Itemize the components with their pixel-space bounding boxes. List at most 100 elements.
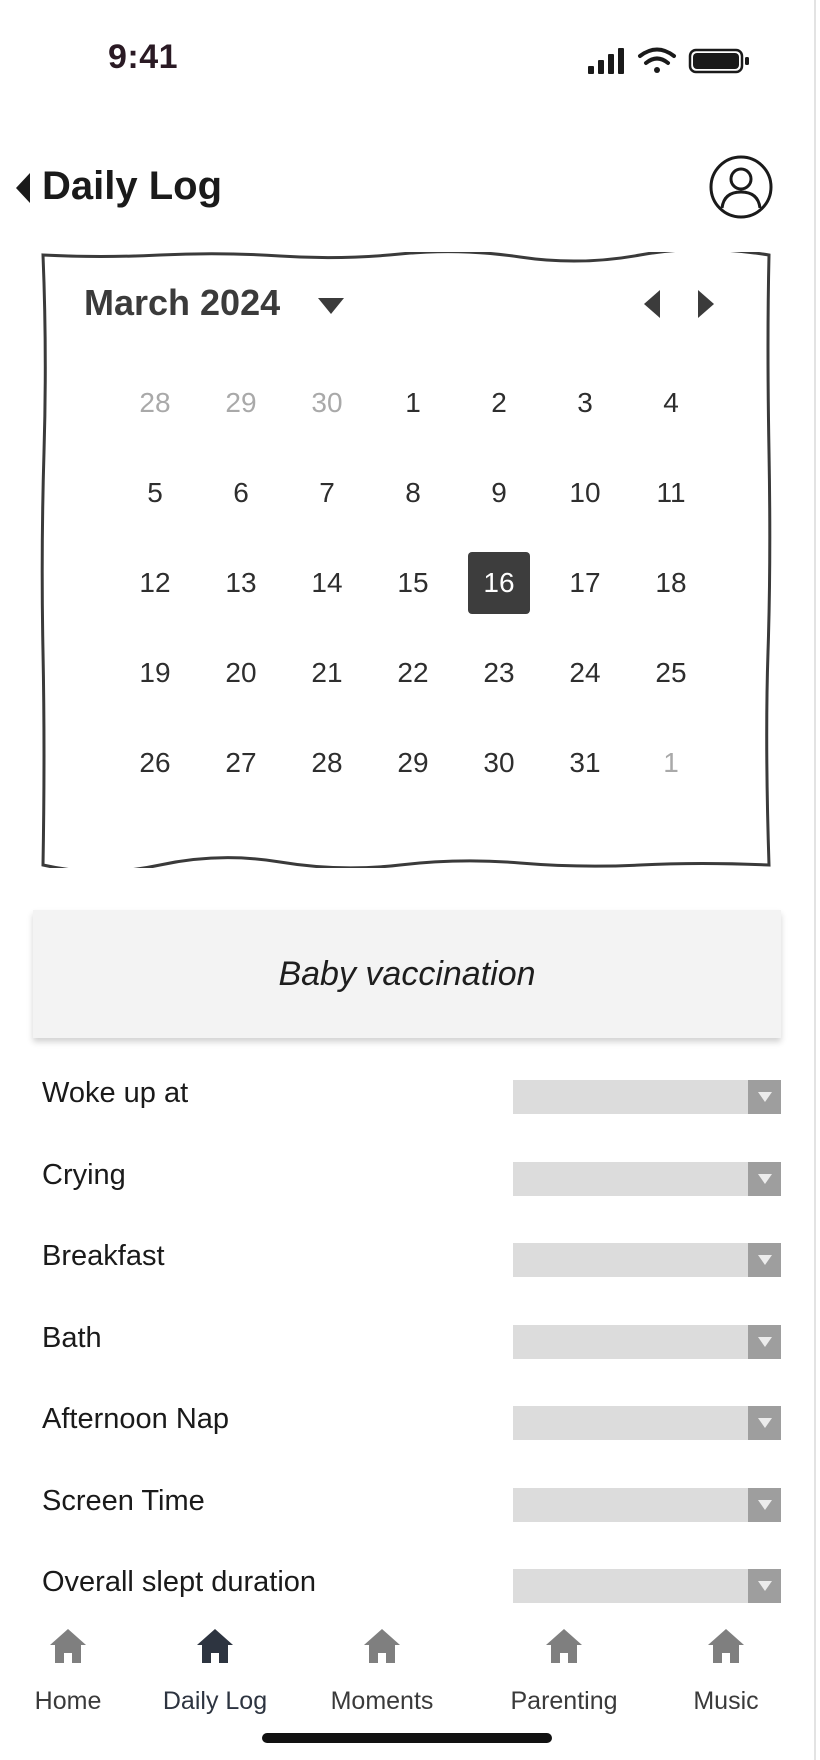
- calendar-day-number: 22: [397, 657, 429, 688]
- chevron-down-icon[interactable]: [748, 1487, 781, 1522]
- log-row-label: Afternoon Nap: [42, 1403, 230, 1435]
- daily-log-list: Woke up at Crying Breakfast Bath Afternoon N…: [0, 1055, 820, 1626]
- home-icon: [364, 1629, 400, 1663]
- calendar-day-number: 28: [311, 747, 343, 778]
- calendar-day[interactable]: 1: [628, 718, 714, 808]
- calendar-day-number: 11: [656, 477, 686, 508]
- calendar-day[interactable]: 7: [284, 448, 370, 538]
- log-dropdown-select[interactable]: [513, 1406, 781, 1440]
- home-icon: [50, 1629, 86, 1663]
- calendar-day[interactable]: 27: [198, 718, 284, 808]
- calendar-day-number: 18: [655, 567, 687, 598]
- calendar-day[interactable]: 19: [112, 628, 198, 718]
- calendar-day-number: 17: [569, 567, 601, 598]
- log-dropdown-select[interactable]: [513, 1324, 781, 1359]
- chevron-down-icon[interactable]: [748, 1569, 781, 1603]
- calendar-day[interactable]: 25: [628, 628, 714, 718]
- calendar-day-number: 9: [491, 477, 507, 508]
- calendar-day[interactable]: 11: [628, 448, 714, 538]
- calendar-day-number: 30: [311, 387, 343, 418]
- calendar-day[interactable]: 3: [542, 358, 628, 448]
- calendar-day-number: 8: [405, 477, 421, 508]
- calendar-day-number: 27: [225, 747, 257, 778]
- calendar-day[interactable]: 1: [370, 358, 456, 448]
- home-indicator: [262, 1733, 552, 1743]
- bottom-navigation: Home Daily Log Moments Parenting Music: [0, 1620, 815, 1730]
- calendar-day[interactable]: 17: [542, 538, 628, 628]
- previous-month-icon[interactable]: [640, 288, 664, 320]
- log-row: Afternoon Nap: [0, 1381, 820, 1463]
- nav-item-moments[interactable]: Moments: [307, 1620, 457, 1716]
- calendar-day[interactable]: 6: [198, 448, 284, 538]
- calendar-day-number: 6: [233, 477, 249, 508]
- signal-icon: [588, 48, 624, 74]
- calendar-day[interactable]: 22: [370, 628, 456, 718]
- nav-item-home[interactable]: Home: [0, 1620, 143, 1716]
- calendar-day[interactable]: 29: [370, 718, 456, 808]
- calendar-week-row: 26 27 28 29 30 31 1: [112, 718, 714, 808]
- calendar-day[interactable]: 23: [456, 628, 542, 718]
- calendar-day[interactable]: 28: [112, 358, 198, 448]
- calendar-day[interactable]: 26: [112, 718, 198, 808]
- calendar-day-number: 30: [483, 747, 515, 778]
- log-dropdown-select[interactable]: [513, 1243, 781, 1277]
- calendar-day[interactable]: 21: [284, 628, 370, 718]
- chevron-down-icon[interactable]: [748, 1243, 781, 1277]
- calendar-day[interactable]: 14: [284, 538, 370, 628]
- chevron-down-icon[interactable]: [748, 1406, 781, 1440]
- calendar-day-selected[interactable]: 16: [456, 538, 542, 628]
- calendar-day[interactable]: 8: [370, 448, 456, 538]
- wifi-icon: [638, 47, 676, 73]
- calendar-day-number: 26: [139, 747, 171, 778]
- calendar-day-number: 24: [569, 657, 601, 688]
- log-dropdown-select[interactable]: [513, 1569, 781, 1603]
- month-year-label[interactable]: March 2024: [84, 282, 280, 324]
- log-dropdown-select[interactable]: [513, 1161, 781, 1196]
- next-month-icon[interactable]: [694, 288, 718, 320]
- calendar-day[interactable]: 30: [456, 718, 542, 808]
- calendar-day[interactable]: 4: [628, 358, 714, 448]
- chevron-down-icon[interactable]: [748, 1324, 781, 1359]
- nav-item-music[interactable]: Music: [651, 1620, 801, 1716]
- calendar-day[interactable]: 5: [112, 448, 198, 538]
- calendar-day[interactable]: 9: [456, 448, 542, 538]
- chevron-down-icon[interactable]: [748, 1161, 781, 1196]
- calendar-day-number: 20: [225, 657, 257, 688]
- calendar-day[interactable]: 13: [198, 538, 284, 628]
- home-icon: [546, 1629, 582, 1663]
- back-arrow-icon[interactable]: [14, 171, 32, 205]
- chevron-down-icon[interactable]: [316, 296, 346, 316]
- log-row-label: Screen Time: [42, 1484, 205, 1517]
- log-row: Overall slept duration: [0, 1544, 820, 1626]
- calendar-day[interactable]: 15: [370, 538, 456, 628]
- calendar-day-number: 28: [139, 387, 171, 418]
- calendar-day[interactable]: 12: [112, 538, 198, 628]
- calendar-day-grid: 28 29 30 1 2 3 4 5 6 7 8 9 10 11 12 13 14 15 16 17 18 19 20 21 2…: [112, 358, 714, 808]
- calendar-day-number: 15: [397, 567, 429, 598]
- calendar-day[interactable]: 29: [198, 358, 284, 448]
- calendar-day[interactable]: 20: [198, 628, 284, 718]
- log-dropdown-select[interactable]: [513, 1080, 781, 1114]
- calendar-day[interactable]: 28: [284, 718, 370, 808]
- log-row-label: Bath: [42, 1321, 102, 1354]
- calendar-day[interactable]: 2: [456, 358, 542, 448]
- chevron-down-icon[interactable]: [748, 1080, 781, 1114]
- nav-item-label: Moments: [330, 1687, 434, 1715]
- calendar-day-number: 14: [311, 567, 343, 598]
- calendar-day[interactable]: 31: [542, 718, 628, 808]
- calendar-day-number: 12: [139, 567, 171, 598]
- home-icon: [197, 1629, 233, 1663]
- calendar-week-row: 5 6 7 8 9 10 11: [112, 448, 714, 538]
- event-banner[interactable]: Baby vaccination: [33, 910, 781, 1038]
- calendar-day-number: 2: [491, 387, 507, 418]
- log-dropdown-select[interactable]: [513, 1487, 781, 1522]
- calendar-day[interactable]: 24: [542, 628, 628, 718]
- nav-item-parenting[interactable]: Parenting: [489, 1620, 639, 1716]
- calendar-day[interactable]: 30: [284, 358, 370, 448]
- calendar-day-number: 19: [139, 657, 171, 688]
- nav-item-daily-log[interactable]: Daily Log: [140, 1620, 290, 1716]
- calendar-day[interactable]: 10: [542, 448, 628, 538]
- log-row: Breakfast: [0, 1218, 820, 1300]
- calendar-day[interactable]: 18: [628, 538, 714, 628]
- profile-avatar-icon[interactable]: [708, 154, 774, 220]
